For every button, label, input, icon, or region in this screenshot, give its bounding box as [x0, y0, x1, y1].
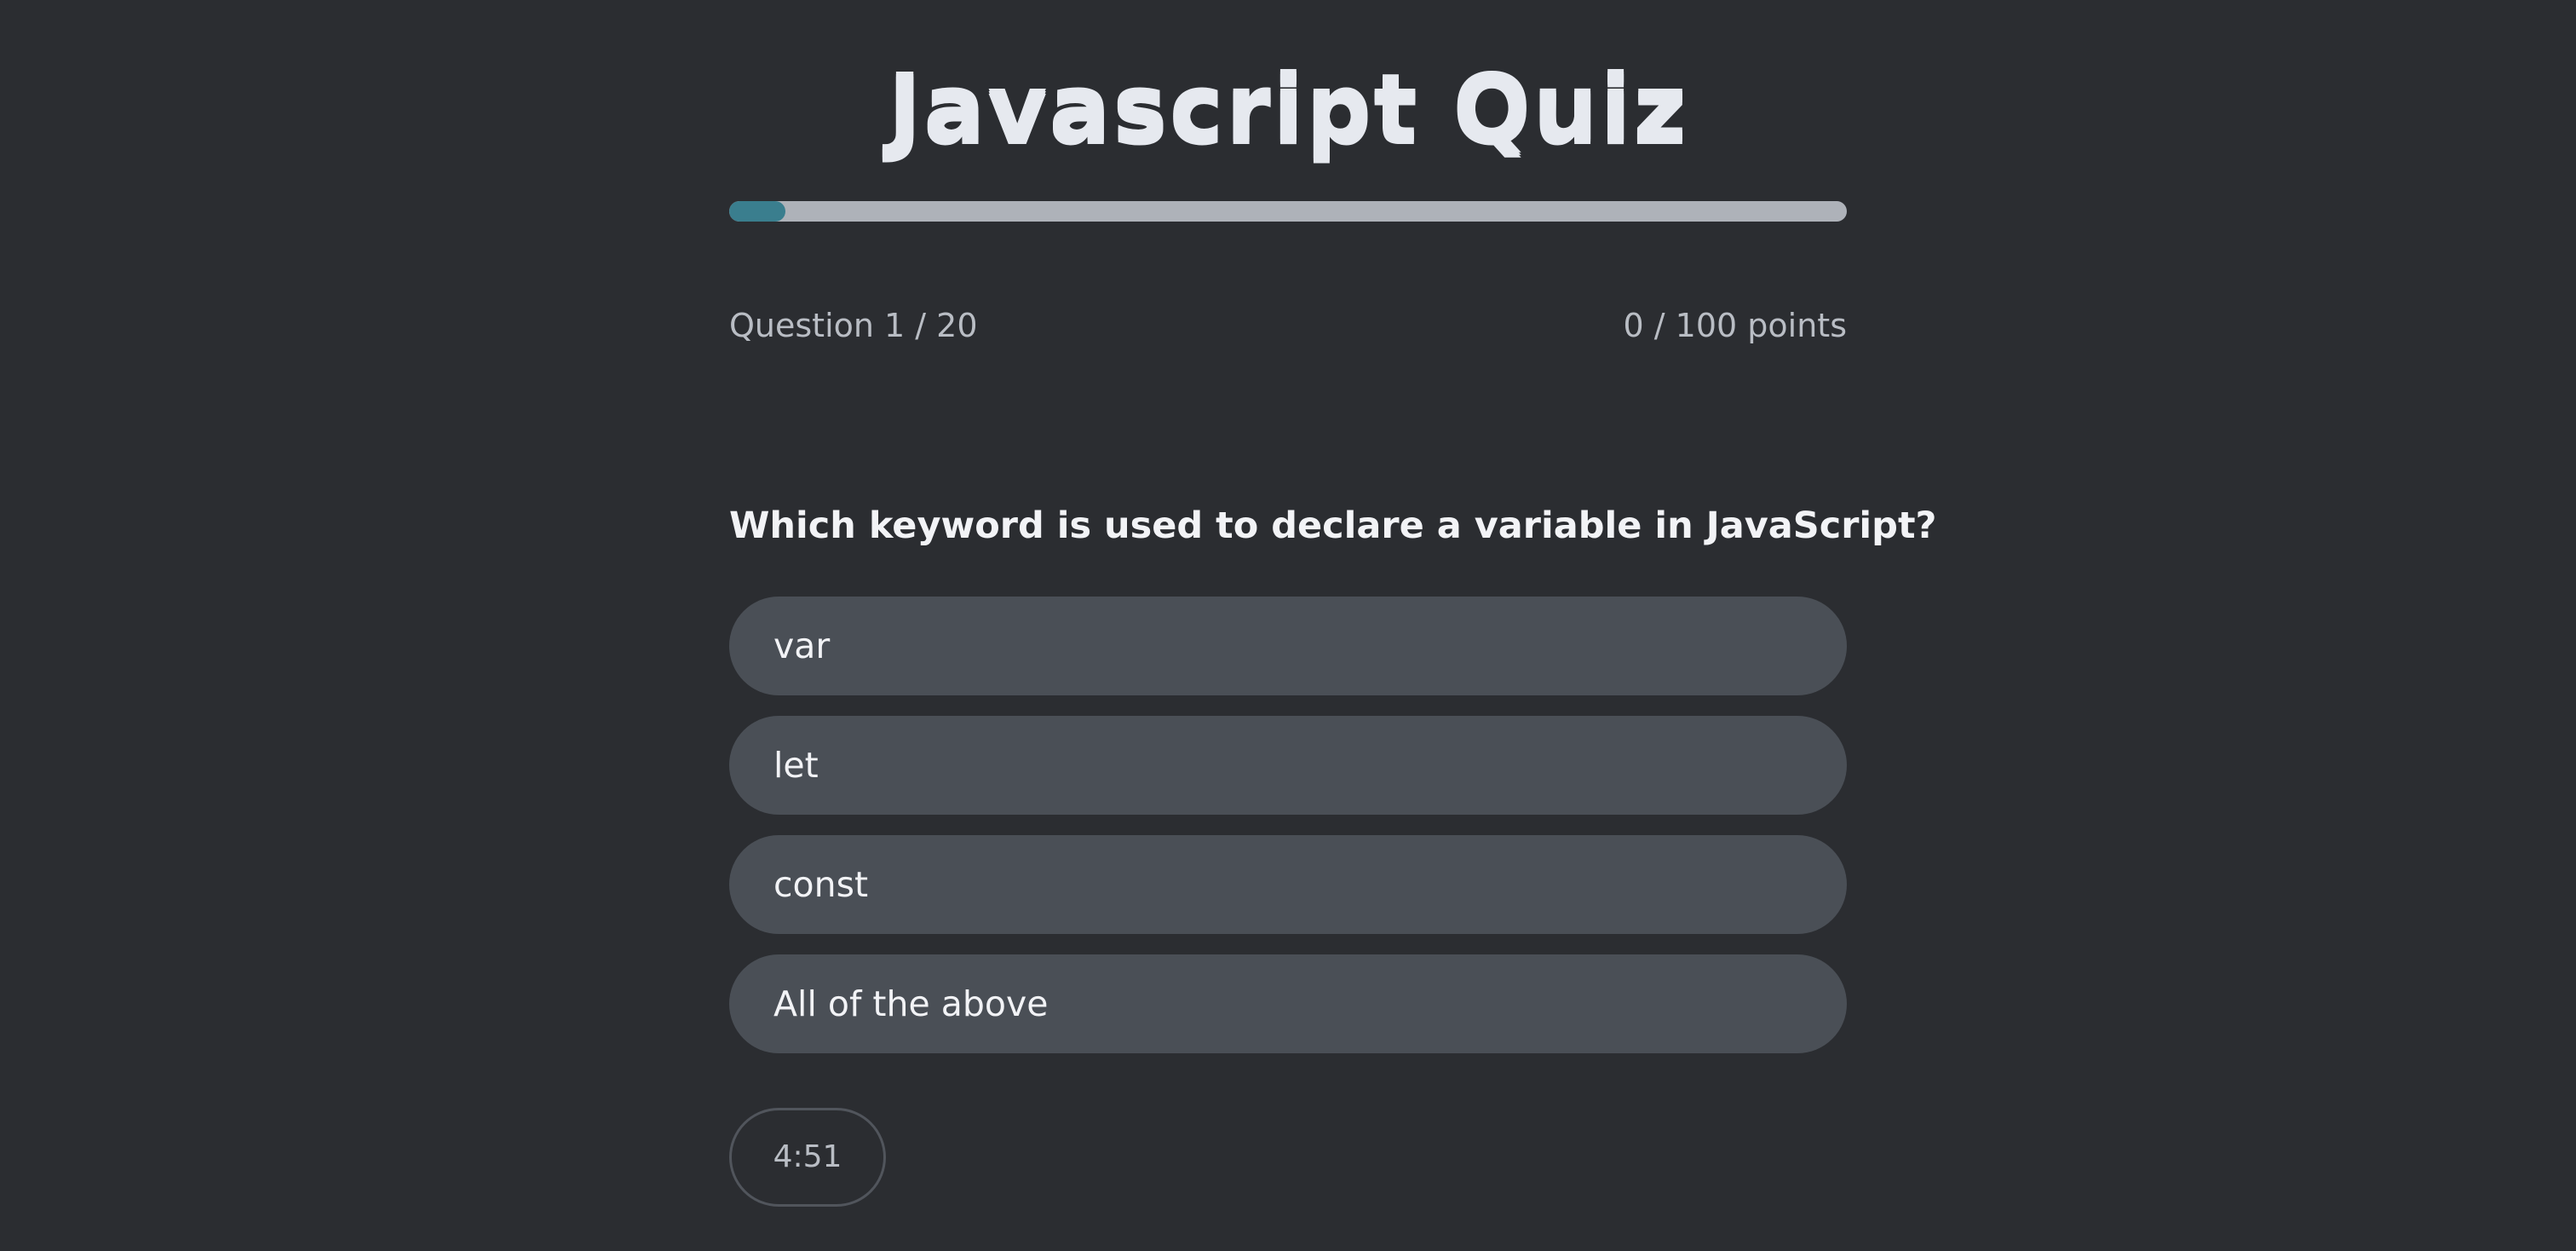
answer-option-const[interactable]: const: [729, 835, 1847, 934]
answer-list: var let const All of the above: [729, 597, 1847, 1074]
question-text: Which keyword is used to declare a varia…: [729, 504, 1937, 547]
page-title: Javascript Quiz: [887, 55, 1689, 161]
progress-bar-fill: [729, 201, 785, 222]
progress-bar: [729, 201, 1847, 222]
answer-option-all[interactable]: All of the above: [729, 954, 1847, 1053]
question-counter: Question 1 / 20: [729, 307, 978, 344]
answer-option-let[interactable]: let: [729, 716, 1847, 815]
timer-badge: 4:51: [729, 1108, 886, 1207]
quiz-container: Javascript Quiz Question 1 / 20 0 / 100 …: [729, 0, 1937, 1251]
answer-option-var[interactable]: var: [729, 597, 1847, 695]
points-score: 0 / 100 points: [1623, 307, 1847, 344]
